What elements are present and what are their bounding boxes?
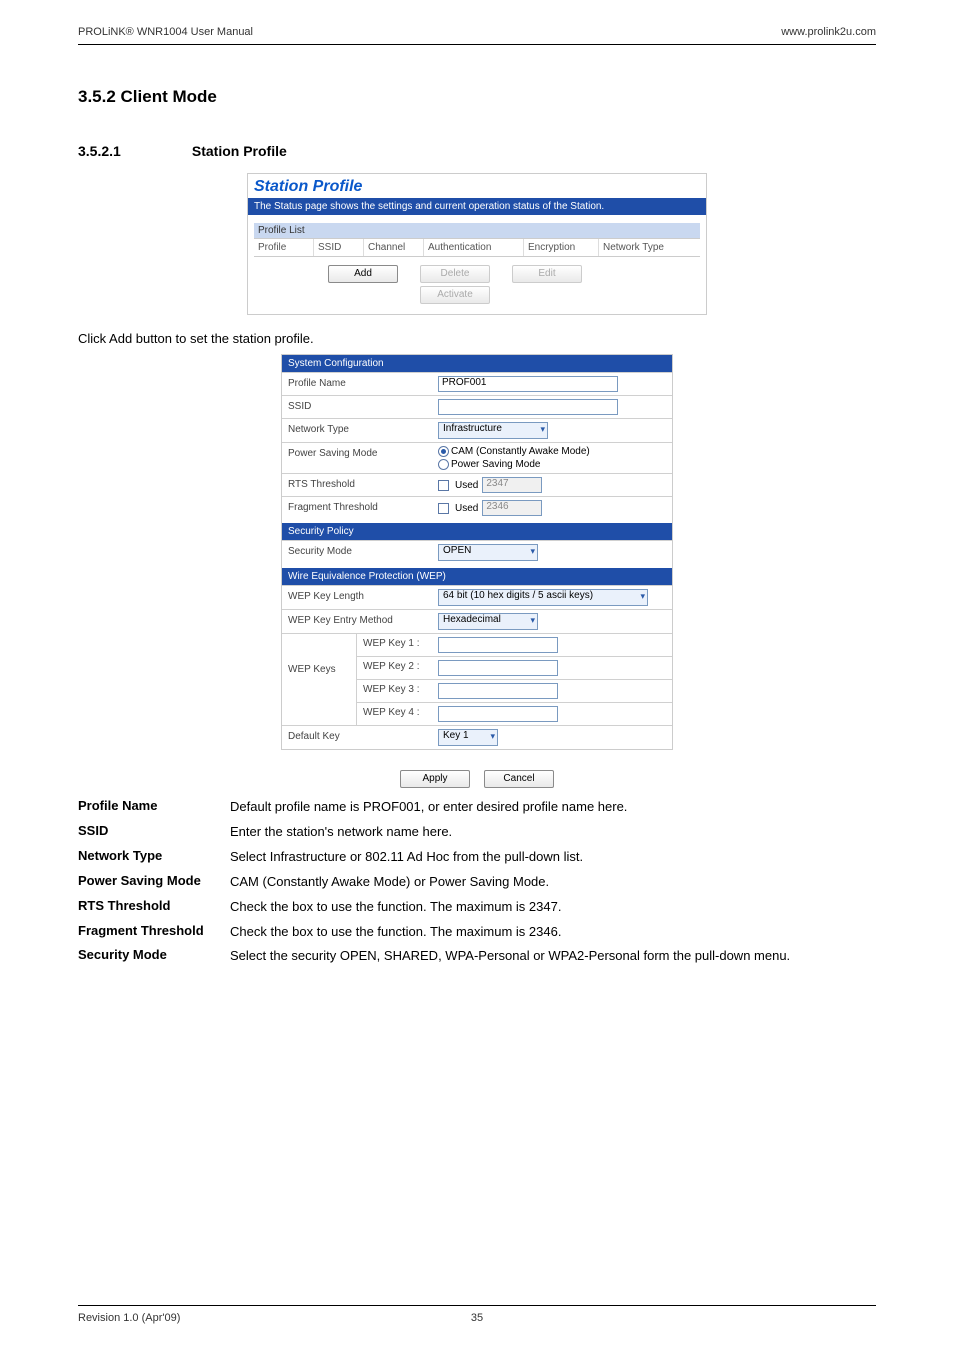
desc-label: Network Type (78, 848, 230, 867)
label-power-saving: Power Saving Mode (282, 443, 432, 473)
label-default-key: Default Key (282, 726, 432, 749)
profile-list-header: Profile List (254, 223, 700, 238)
row-wep-length: WEP Key Length 64 bit (10 hex digits / 5… (282, 585, 672, 609)
security-mode-select[interactable]: OPEN (438, 544, 538, 561)
add-button[interactable]: Add (328, 265, 398, 283)
label-wep-length: WEP Key Length (282, 586, 432, 609)
desc-value: Select the security OPEN, SHARED, WPA-Pe… (230, 947, 876, 966)
desc-label: Power Saving Mode (78, 873, 230, 892)
desc-label: Fragment Threshold (78, 923, 230, 942)
system-config-form: System Configuration Profile Name PROF00… (281, 354, 673, 750)
section-wep: Wire Equivalence Protection (WEP) (282, 568, 672, 585)
row-rts: RTS Threshold Used 2347 (282, 473, 672, 496)
desc-label: Profile Name (78, 798, 230, 817)
profile-name-input[interactable]: PROF001 (438, 376, 618, 392)
heading-text: Station Profile (192, 143, 287, 159)
heading-client-mode: 3.5.2 Client Mode (78, 87, 876, 107)
cancel-button[interactable]: Cancel (484, 770, 554, 788)
row-security-mode: Security Mode OPEN (282, 540, 672, 564)
apply-button[interactable]: Apply (400, 770, 470, 788)
desc-value: Select Infrastructure or 802.11 Ad Hoc f… (230, 848, 876, 867)
label-security-mode: Security Mode (282, 541, 432, 564)
wep-key2-input[interactable] (438, 660, 558, 676)
radio-cam[interactable] (438, 446, 449, 457)
instruction-text: Click Add button to set the station prof… (78, 331, 876, 346)
row-wep-keys: WEP Keys WEP Key 1 : WEP Key 2 : WEP Key… (282, 633, 672, 725)
col-channel: Channel (364, 239, 424, 256)
station-profile-panel: Station Profile The Status page shows th… (247, 173, 707, 315)
col-ssid: SSID (314, 239, 364, 256)
row-ssid: SSID (282, 395, 672, 418)
default-key-select[interactable]: Key 1 (438, 729, 498, 746)
label-wep-key1: WEP Key 1 : (357, 634, 432, 656)
description-list: Profile NameDefault profile name is PROF… (78, 798, 876, 966)
desc-label: SSID (78, 823, 230, 842)
ssid-input[interactable] (438, 399, 618, 415)
desc-value: Default profile name is PROF001, or ente… (230, 798, 876, 817)
col-profile: Profile (254, 239, 314, 256)
panel-title: Station Profile (248, 174, 706, 198)
label-wep-key4: WEP Key 4 : (357, 703, 432, 725)
activate-button[interactable]: Activate (420, 286, 490, 304)
row-wep-entry: WEP Key Entry Method Hexadecimal (282, 609, 672, 633)
label-network-type: Network Type (282, 419, 432, 442)
desc-label: RTS Threshold (78, 898, 230, 917)
page-header: PROLiNK® WNR1004 User Manual www.prolink… (78, 0, 876, 45)
fragment-input[interactable]: 2346 (482, 500, 542, 516)
network-type-select[interactable]: Infrastructure (438, 422, 548, 439)
rts-checkbox[interactable] (438, 480, 449, 491)
label-wep-key2: WEP Key 2 : (357, 657, 432, 679)
wep-key4-input[interactable] (438, 706, 558, 722)
row-network-type: Network Type Infrastructure (282, 418, 672, 442)
wep-entry-select[interactable]: Hexadecimal (438, 613, 538, 630)
profile-list: Profile List Profile SSID Channel Authen… (254, 223, 700, 257)
rts-input[interactable]: 2347 (482, 477, 542, 493)
col-network-type: Network Type (599, 239, 700, 256)
row-default-key: Default Key Key 1 (282, 725, 672, 749)
label-wep-keys: WEP Keys (282, 634, 357, 725)
section-system-config: System Configuration (282, 355, 672, 372)
section-security-policy: Security Policy (282, 523, 672, 540)
header-right: www.prolink2u.com (781, 26, 876, 38)
page-footer: Revision 1.0 (Apr'09) 35 (78, 1305, 876, 1324)
edit-button[interactable]: Edit (512, 265, 582, 283)
desc-value: Check the box to use the function. The m… (230, 923, 876, 942)
panel-description: The Status page shows the settings and c… (248, 198, 706, 215)
desc-label: Security Mode (78, 947, 230, 966)
page-number: 35 (471, 1312, 483, 1324)
label-ssid: SSID (282, 396, 432, 418)
label-wep-entry: WEP Key Entry Method (282, 610, 432, 633)
radio-psm[interactable] (438, 459, 449, 470)
delete-button[interactable]: Delete (420, 265, 490, 283)
profile-list-columns: Profile SSID Channel Authentication Encr… (254, 238, 700, 257)
col-auth: Authentication (424, 239, 524, 256)
label-fragment-used: Used (455, 503, 478, 514)
label-fragment: Fragment Threshold (282, 497, 432, 519)
col-encryption: Encryption (524, 239, 599, 256)
row-profile-name: Profile Name PROF001 (282, 372, 672, 395)
wep-length-select[interactable]: 64 bit (10 hex digits / 5 ascii keys) (438, 589, 648, 606)
desc-value: Check the box to use the function. The m… (230, 898, 876, 917)
desc-value: Enter the station's network name here. (230, 823, 876, 842)
label-rts-used: Used (455, 480, 478, 491)
profile-buttons: Add Delete Activate Edit (248, 257, 706, 314)
row-fragment: Fragment Threshold Used 2346 (282, 496, 672, 519)
wep-key3-input[interactable] (438, 683, 558, 699)
label-cam: CAM (Constantly Awake Mode) (451, 446, 590, 457)
page-content: 3.5.2 Client Mode 3.5.2.1 Station Profil… (0, 87, 954, 966)
heading-number: 3.5.2.1 (78, 143, 188, 159)
desc-value: CAM (Constantly Awake Mode) or Power Sav… (230, 873, 876, 892)
row-power-saving: Power Saving Mode CAM (Constantly Awake … (282, 442, 672, 473)
form-buttons: Apply Cancel (78, 760, 876, 790)
footer-left: Revision 1.0 (Apr'09) (78, 1312, 180, 1324)
header-left: PROLiNK® WNR1004 User Manual (78, 26, 253, 38)
wep-key1-input[interactable] (438, 637, 558, 653)
label-profile-name: Profile Name (282, 373, 432, 395)
heading-station-profile: 3.5.2.1 Station Profile (78, 143, 876, 159)
label-rts: RTS Threshold (282, 474, 432, 496)
fragment-checkbox[interactable] (438, 503, 449, 514)
label-wep-key3: WEP Key 3 : (357, 680, 432, 702)
label-psm: Power Saving Mode (451, 459, 541, 470)
